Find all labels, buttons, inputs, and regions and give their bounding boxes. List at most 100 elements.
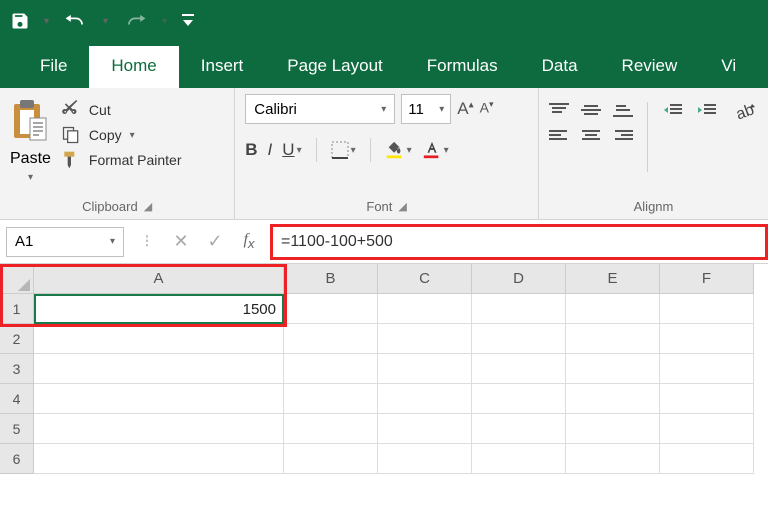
row-header-3[interactable]: 3 — [0, 354, 34, 384]
cell-D3[interactable] — [472, 354, 566, 384]
dialog-launcher-icon[interactable]: ◢ — [144, 200, 152, 213]
tab-review[interactable]: Review — [600, 46, 700, 88]
tab-formulas[interactable]: Formulas — [405, 46, 520, 88]
increase-font-button[interactable]: A▴ — [457, 99, 473, 119]
cell-D6[interactable] — [472, 444, 566, 474]
cell-F1[interactable] — [660, 294, 754, 324]
cell-E1[interactable] — [566, 294, 660, 324]
cell-D4[interactable] — [472, 384, 566, 414]
cell-F2[interactable] — [660, 324, 754, 354]
customize-qat-icon[interactable] — [181, 12, 195, 30]
row-header-4[interactable]: 4 — [0, 384, 34, 414]
cell-E4[interactable] — [566, 384, 660, 414]
underline-button[interactable]: U▾ — [282, 140, 301, 160]
italic-button[interactable]: I — [268, 140, 273, 160]
cell-B2[interactable] — [284, 324, 378, 354]
qat-dropdown-icon[interactable]: ▾ — [44, 16, 49, 27]
borders-button[interactable]: ▾ — [331, 141, 356, 159]
column-header-E[interactable]: E — [566, 264, 660, 294]
cell-A4[interactable] — [34, 384, 284, 414]
name-box[interactable]: A1 ▾ — [6, 227, 124, 257]
cell-F5[interactable] — [660, 414, 754, 444]
cell-B4[interactable] — [284, 384, 378, 414]
cell-E6[interactable] — [566, 444, 660, 474]
column-header-B[interactable]: B — [284, 264, 378, 294]
cell-F3[interactable] — [660, 354, 754, 384]
align-top-button[interactable] — [549, 102, 569, 118]
align-center-button[interactable] — [581, 128, 601, 144]
cell-C6[interactable] — [378, 444, 472, 474]
font-size-value: 11 — [408, 101, 424, 118]
cell-A5[interactable] — [34, 414, 284, 444]
cell-E2[interactable] — [566, 324, 660, 354]
tab-view[interactable]: Vi — [699, 46, 758, 88]
name-box-value: A1 — [15, 233, 33, 250]
align-left-button[interactable] — [549, 128, 569, 144]
cell-A1[interactable]: 1500 — [34, 294, 284, 324]
row-header-2[interactable]: 2 — [0, 324, 34, 354]
cell-B5[interactable] — [284, 414, 378, 444]
format-painter-button[interactable]: Format Painter — [61, 150, 182, 170]
undo-dropdown-icon[interactable]: ▾ — [103, 16, 108, 27]
align-bottom-button[interactable] — [613, 102, 633, 118]
cell-C1[interactable] — [378, 294, 472, 324]
cell-A3[interactable] — [34, 354, 284, 384]
fill-color-button[interactable]: ▾ — [385, 140, 412, 160]
cell-B1[interactable] — [284, 294, 378, 324]
column-header-F[interactable]: F — [660, 264, 754, 294]
copy-button[interactable]: Copy ▾ — [61, 125, 182, 145]
column-header-A[interactable]: A — [34, 264, 284, 294]
formula-bar-input[interactable]: =1100-100+500 — [270, 224, 768, 260]
paste-button[interactable]: Paste ▾ — [10, 94, 51, 195]
increase-indent-button[interactable] — [696, 102, 718, 118]
cell-C4[interactable] — [378, 384, 472, 414]
column-header-D[interactable]: D — [472, 264, 566, 294]
align-right-button[interactable] — [613, 128, 633, 144]
dialog-launcher-icon[interactable]: ◢ — [398, 200, 406, 213]
cell-D5[interactable] — [472, 414, 566, 444]
row-header-1[interactable]: 1 — [0, 294, 34, 324]
cell-B6[interactable] — [284, 444, 378, 474]
orientation-button[interactable]: ab — [734, 94, 758, 124]
cell-D2[interactable] — [472, 324, 566, 354]
font-size-dropdown[interactable]: 11 ▾ — [401, 94, 451, 124]
row-header-5[interactable]: 5 — [0, 414, 34, 444]
cell-D1[interactable] — [472, 294, 566, 324]
align-middle-button[interactable] — [581, 102, 601, 118]
undo-icon[interactable] — [63, 11, 89, 31]
font-color-button[interactable]: ▾ — [422, 140, 449, 160]
tab-insert[interactable]: Insert — [179, 46, 266, 88]
cell-F4[interactable] — [660, 384, 754, 414]
save-icon[interactable] — [10, 11, 30, 31]
cut-button[interactable]: Cut — [61, 100, 182, 120]
cell-A6[interactable] — [34, 444, 284, 474]
cell-E5[interactable] — [566, 414, 660, 444]
decrease-indent-button[interactable] — [662, 102, 684, 118]
decrease-font-button[interactable]: A▾ — [480, 99, 494, 119]
tab-file[interactable]: File — [18, 46, 89, 88]
chevron-down-icon: ▾ — [439, 104, 444, 115]
worksheet-grid[interactable]: ABCDEF 123456 1500 — [0, 264, 768, 294]
row-header-6[interactable]: 6 — [0, 444, 34, 474]
cell-E3[interactable] — [566, 354, 660, 384]
cell-C3[interactable] — [378, 354, 472, 384]
tab-home[interactable]: Home — [89, 46, 178, 88]
fx-icon[interactable]: fx — [232, 227, 266, 257]
cut-label: Cut — [89, 102, 111, 118]
column-header-C[interactable]: C — [378, 264, 472, 294]
redo-dropdown-icon[interactable]: ▾ — [162, 16, 167, 27]
cell-B3[interactable] — [284, 354, 378, 384]
font-name-dropdown[interactable]: Calibri ▾ — [245, 94, 395, 124]
cell-A2[interactable] — [34, 324, 284, 354]
cell-C2[interactable] — [378, 324, 472, 354]
tab-page-layout[interactable]: Page Layout — [265, 46, 404, 88]
redo-icon[interactable] — [122, 11, 148, 31]
bold-button[interactable]: B — [245, 140, 257, 160]
cancel-icon[interactable]: ✕ — [164, 227, 198, 257]
tab-data[interactable]: Data — [520, 46, 600, 88]
cell-C5[interactable] — [378, 414, 472, 444]
enter-icon[interactable]: ✓ — [198, 227, 232, 257]
cell-F6[interactable] — [660, 444, 754, 474]
select-all-corner[interactable] — [0, 264, 34, 294]
chevron-down-icon: ▾ — [381, 104, 386, 115]
